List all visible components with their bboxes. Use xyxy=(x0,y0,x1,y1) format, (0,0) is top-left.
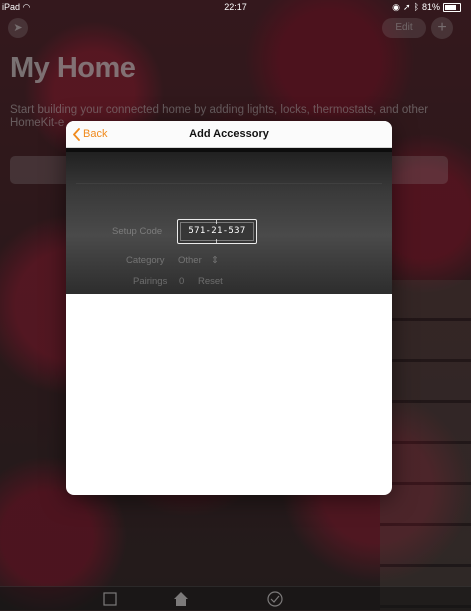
pairings-label: Pairings xyxy=(133,276,168,287)
tab-bar xyxy=(0,586,471,611)
battery-icon xyxy=(443,2,461,12)
category-value: Other xyxy=(178,255,202,266)
back-label: Back xyxy=(83,128,108,140)
modal-title: Add Accessory xyxy=(189,128,269,140)
bluetooth-icon: ᛒ xyxy=(413,2,419,12)
location-icon: ➚ xyxy=(403,2,411,12)
category-stepper-icon: ⇕ xyxy=(211,255,219,266)
reset-label: Reset xyxy=(198,276,223,287)
category-label: Category xyxy=(126,255,165,266)
camera-divider xyxy=(76,183,382,184)
modal-navbar: Add Accessory Back xyxy=(66,121,392,148)
back-button[interactable]: Back xyxy=(72,121,107,147)
status-bar: iPad ◠ 22:17 ◉ ➚ ᛒ 81% xyxy=(0,0,471,14)
battery-percent: 81% xyxy=(421,2,440,12)
add-accessory-modal: Add Accessory Back Setup Code 571-21-537… xyxy=(66,121,392,495)
home-tab-icon[interactable] xyxy=(172,590,190,608)
setup-code-value: 571-21-537 xyxy=(188,226,246,236)
camera-viewfinder: Setup Code 571-21-537 Category Other ⇕ P… xyxy=(66,148,392,294)
setup-code-frame: 571-21-537 xyxy=(177,219,257,244)
status-right: ◉ ➚ ᛒ 81% xyxy=(392,0,461,14)
rotation-lock-icon: ◉ xyxy=(392,2,401,12)
setup-code-label: Setup Code xyxy=(112,226,163,237)
rooms-tab-icon[interactable] xyxy=(101,590,119,608)
automation-tab-icon[interactable] xyxy=(266,590,284,608)
chevron-left-icon xyxy=(73,127,80,141)
pairings-value: 0 xyxy=(179,276,185,287)
camera-top-edge xyxy=(66,148,392,152)
